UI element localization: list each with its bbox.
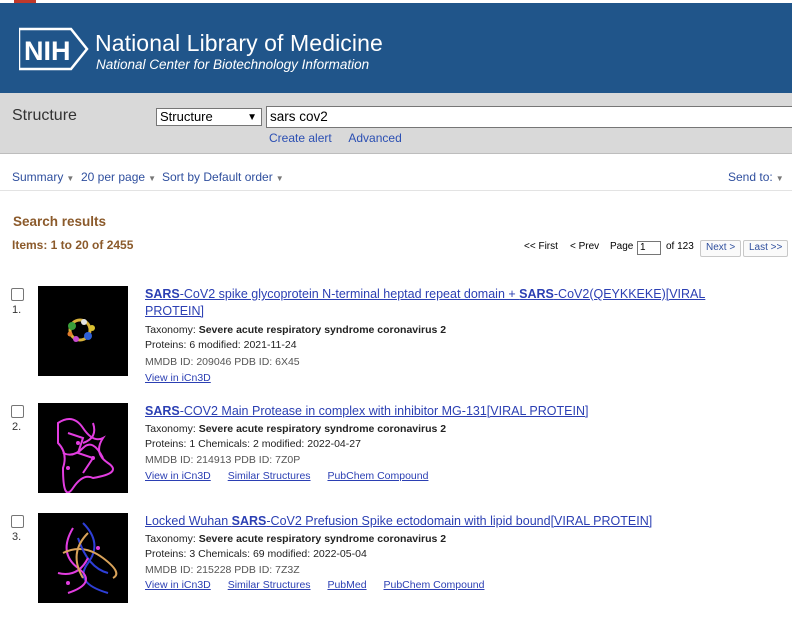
summary-dropdown[interactable]: Summary ▼ bbox=[12, 170, 74, 184]
similar-structures-link[interactable]: Similar Structures bbox=[228, 579, 311, 591]
per-page-dropdown-label: 20 per page bbox=[81, 170, 146, 184]
result-taxonomy: Taxonomy: Severe acute respiratory syndr… bbox=[145, 533, 447, 545]
result-counts: Proteins: 3 Chemicals: 69 modified: 2022… bbox=[145, 548, 367, 560]
caret-down-icon: ▼ bbox=[775, 174, 784, 183]
pubchem-compound-link[interactable]: PubChem Compound bbox=[327, 470, 428, 482]
page-label: Page bbox=[610, 241, 634, 252]
similar-structures-link[interactable]: Similar Structures bbox=[228, 470, 311, 482]
nih-logo-text: NIH bbox=[24, 36, 71, 66]
brand-subtitle: National Center for Biotechnology Inform… bbox=[96, 57, 370, 72]
structure-thumbnail[interactable] bbox=[38, 403, 128, 493]
result-counts: Proteins: 6 modified: 2021-11-24 bbox=[145, 339, 297, 351]
result-checkbox[interactable] bbox=[11, 405, 24, 418]
result-counts: Proteins: 1 Chemicals: 2 modified: 2022-… bbox=[145, 438, 361, 450]
result-item: 1. SARS-CoV2 spike glycoprotein N-termin… bbox=[0, 286, 792, 391]
pubmed-link[interactable]: PubMed bbox=[327, 579, 366, 591]
items-count: Items: 1 to 20 of 2455 bbox=[12, 238, 134, 252]
result-number: 2. bbox=[12, 421, 22, 433]
result-links: View in iCn3D bbox=[145, 372, 225, 384]
result-checkbox[interactable] bbox=[11, 288, 24, 301]
display-toolbar: Summary ▼ 20 per page ▼ Sort by Default or… bbox=[0, 168, 792, 188]
database-select-value: Structure bbox=[160, 109, 213, 124]
structure-image bbox=[67, 318, 95, 342]
caret-down-icon: ▼ bbox=[148, 174, 156, 183]
result-number: 1. bbox=[12, 304, 22, 316]
next-page-button[interactable]: Next > bbox=[700, 240, 742, 257]
pubchem-compound-link[interactable]: PubChem Compound bbox=[384, 579, 485, 591]
result-item: 2. SARS-COV2 Main Protease in complex wi… bbox=[0, 403, 792, 508]
structure-thumbnail[interactable] bbox=[38, 513, 128, 603]
last-page-button[interactable]: Last >> bbox=[743, 240, 789, 257]
send-to-dropdown-label: Send to: bbox=[728, 170, 773, 184]
nih-logo[interactable]: NIH bbox=[19, 27, 89, 71]
result-checkbox[interactable] bbox=[11, 515, 24, 528]
search-input[interactable]: sars cov2 bbox=[266, 106, 792, 128]
view-in-icn3d-link[interactable]: View in iCn3D bbox=[145, 372, 211, 384]
database-select[interactable]: Structure ▼ bbox=[156, 108, 262, 126]
result-taxonomy: Taxonomy: Severe acute respiratory syndr… bbox=[145, 324, 447, 336]
structure-image bbox=[57, 418, 114, 493]
results-heading: Search results bbox=[13, 214, 107, 229]
first-page-link[interactable]: << First bbox=[524, 241, 558, 252]
search-links: Create alert Advanced bbox=[269, 131, 416, 145]
view-in-icn3d-link[interactable]: View in iCn3D bbox=[145, 579, 211, 591]
toolbar-divider bbox=[0, 190, 792, 191]
result-item: 3. Locked Wuhan SARS-CoV2 Prefusion Spik… bbox=[0, 513, 792, 618]
result-ids: MMDB ID: 215228 PDB ID: 7Z3Z bbox=[145, 564, 300, 576]
structure-image bbox=[57, 522, 118, 594]
sort-dropdown-label: Sort by Default order bbox=[162, 170, 273, 184]
page-number-input[interactable]: 1 bbox=[637, 241, 661, 255]
result-links: View in iCn3D Similar Structures PubChem… bbox=[145, 470, 442, 482]
chevron-down-icon: ▼ bbox=[247, 112, 257, 123]
caret-down-icon: ▼ bbox=[275, 174, 284, 183]
prev-page-link[interactable]: < Prev bbox=[570, 241, 599, 252]
per-page-dropdown[interactable]: 20 per page ▼ bbox=[81, 170, 156, 184]
result-taxonomy: Taxonomy: Severe acute respiratory syndr… bbox=[145, 423, 447, 435]
result-links: View in iCn3D Similar Structures PubMed … bbox=[145, 579, 498, 591]
page-count: of 123 bbox=[666, 241, 694, 252]
caret-down-icon: ▼ bbox=[66, 174, 75, 183]
result-title-link[interactable]: Locked Wuhan SARS-CoV2 Prefusion Spike e… bbox=[145, 513, 765, 530]
send-to-dropdown[interactable]: Send to: ▼ bbox=[728, 170, 784, 184]
result-number: 3. bbox=[12, 531, 22, 543]
result-title-link[interactable]: SARS-COV2 Main Protease in complex with … bbox=[145, 403, 765, 420]
result-ids: MMDB ID: 209046 PDB ID: 6X45 bbox=[145, 356, 300, 368]
structure-thumbnail[interactable] bbox=[38, 286, 128, 376]
result-ids: MMDB ID: 214913 PDB ID: 7Z0P bbox=[145, 454, 301, 466]
site-header: NIH National Library of Medicine Nationa… bbox=[0, 3, 792, 93]
result-title-link[interactable]: SARS-CoV2 spike glycoprotein N-terminal … bbox=[145, 286, 765, 320]
database-label: Structure bbox=[12, 107, 77, 124]
advanced-search-link[interactable]: Advanced bbox=[348, 131, 401, 145]
create-alert-link[interactable]: Create alert bbox=[269, 131, 332, 145]
summary-dropdown-label: Summary bbox=[12, 170, 64, 184]
sort-dropdown[interactable]: Sort by Default order ▼ bbox=[162, 170, 284, 184]
search-bar: Structure Structure ▼ sars cov2 Create a… bbox=[0, 93, 792, 154]
view-in-icn3d-link[interactable]: View in iCn3D bbox=[145, 470, 211, 482]
brand-title[interactable]: National Library of Medicine bbox=[95, 30, 383, 57]
